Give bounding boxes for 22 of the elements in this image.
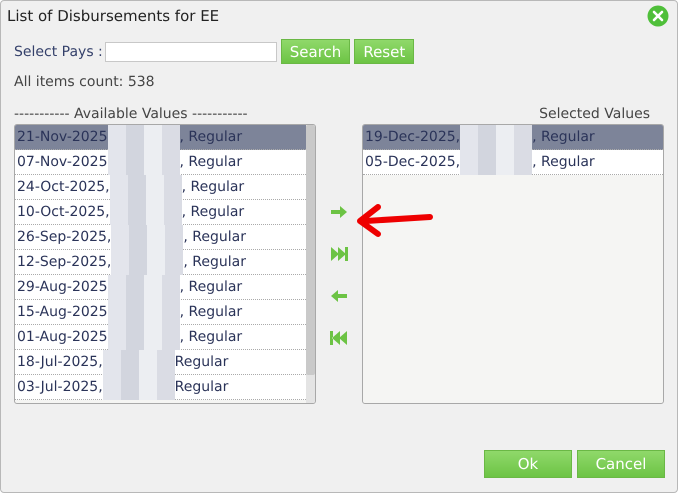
list-item[interactable]: 12-Sep-2025, , Regular bbox=[15, 250, 306, 275]
list-item[interactable]: 18-Jul-2025, Regular bbox=[15, 350, 306, 375]
list-item[interactable]: 29-Aug-2025 , Regular bbox=[15, 275, 306, 300]
list-item[interactable]: 10-Oct-2025, , Regular bbox=[15, 200, 306, 225]
double-right-icon[interactable] bbox=[329, 244, 349, 264]
close-icon[interactable] bbox=[647, 5, 669, 27]
list-item[interactable]: 24-Oct-2025, , Regular bbox=[15, 175, 306, 200]
list-item[interactable]: 03-Jul-2025, Regular bbox=[15, 375, 306, 400]
list-item[interactable]: 07-Nov-2025 , Regular bbox=[15, 150, 306, 175]
list-heading: ----------- Available Values ----------- bbox=[14, 106, 248, 122]
list-item[interactable]: 15-Aug-2025 , Regular bbox=[15, 300, 306, 325]
list-item[interactable]: 05-Dec-2025, , Regular bbox=[363, 150, 663, 175]
redacted-text bbox=[108, 125, 180, 150]
search-field[interactable] bbox=[104, 42, 277, 62]
item-count: All items count: 538 bbox=[14, 74, 156, 90]
window-title: List of Disbursements for EE bbox=[7, 7, 220, 25]
list-item[interactable]: 26-Sep-2025, , Regular bbox=[15, 225, 306, 250]
scrollbar[interactable] bbox=[306, 125, 315, 403]
field-label: Select Pays : bbox=[14, 44, 103, 60]
double-left-icon[interactable] bbox=[329, 328, 349, 348]
list-item[interactable]: 01-Aug-2025 , Regular bbox=[15, 325, 306, 350]
list-heading: Selected Values bbox=[539, 106, 650, 122]
